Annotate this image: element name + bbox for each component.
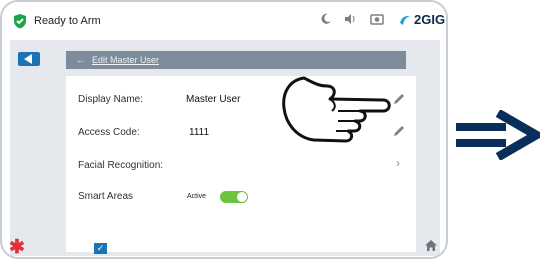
camera-icon[interactable] (370, 13, 384, 25)
volume-icon[interactable] (344, 13, 358, 25)
title-arrow-icon: ← (76, 55, 85, 65)
system-status: Ready to Arm (34, 15, 101, 27)
status-bar: Ready to Arm 2GIG (2, 2, 446, 40)
asterisk-icon[interactable]: ✱ (9, 236, 25, 257)
back-button[interactable] (18, 52, 40, 66)
smart-areas-label: Smart Areas (78, 191, 134, 202)
brand-swoosh-icon (400, 15, 410, 25)
chevron-right-icon[interactable]: › (396, 156, 400, 170)
double-arrow-icon (456, 110, 540, 160)
smart-areas-checkbox[interactable]: ✓ (94, 243, 107, 254)
status-icons (320, 13, 384, 25)
pencil-icon[interactable] (392, 92, 406, 106)
pencil-icon[interactable] (392, 124, 406, 138)
facial-recognition-status: Active (187, 193, 207, 200)
brand-logo: 2GIG (398, 12, 445, 27)
back-arrow-icon (24, 54, 32, 64)
access-code-label: Access Code: (78, 127, 140, 138)
toggle-knob (237, 192, 247, 202)
touchscreen-panel: Ready to Arm 2GIG ← Edit Master User Dis… (0, 0, 448, 259)
display-name-label: Display Name: (78, 94, 144, 105)
moon-icon[interactable] (320, 13, 332, 25)
facial-recognition-label: Facial Recognition: (78, 160, 164, 171)
access-code-value: 1111 (189, 127, 210, 138)
pointing-hand-icon (282, 76, 391, 143)
page-title-bar: ← Edit Master User (66, 51, 406, 69)
facial-recognition-toggle[interactable] (220, 191, 248, 203)
shield-check-icon (14, 14, 26, 29)
brand-name: 2GIG (414, 12, 446, 27)
display-name-value: Master User (186, 94, 241, 105)
page-title: Edit Master User (92, 55, 160, 65)
home-icon[interactable] (424, 239, 438, 252)
